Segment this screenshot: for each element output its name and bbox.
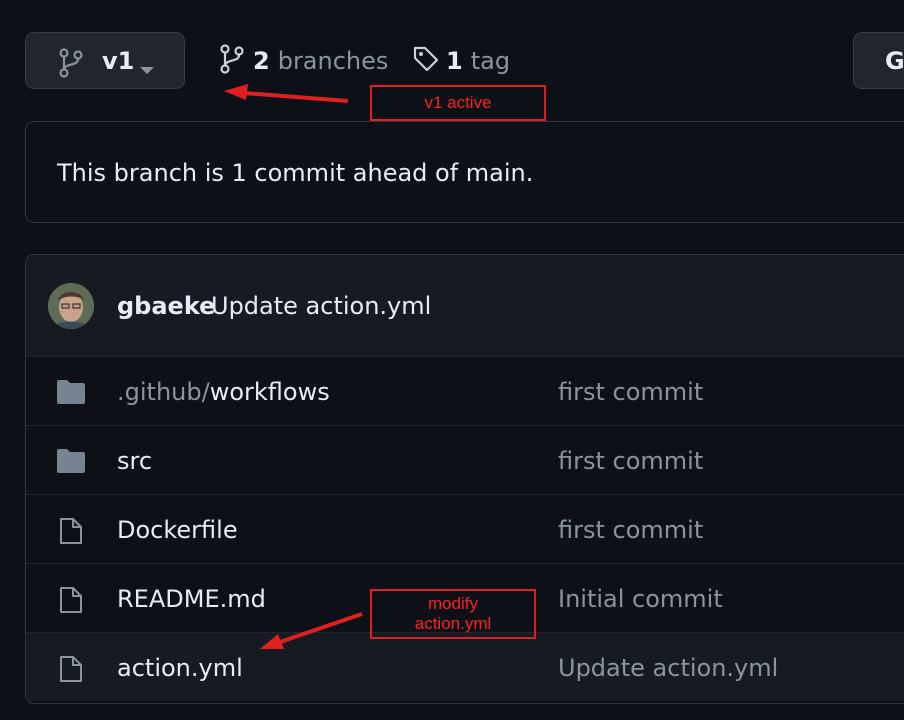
commit-author-link[interactable]: gbaeke [117, 292, 215, 320]
file-name-link[interactable]: Dockerfile [117, 516, 238, 544]
tags-link[interactable]: 1 tag [412, 44, 510, 78]
folder-icon [56, 379, 86, 409]
annotation-modify-line2: action.yml [414, 614, 492, 633]
git-branch-icon [58, 48, 84, 82]
annotation-modify-action: modify action.yml [370, 589, 536, 639]
file-icon [59, 655, 83, 687]
tag-icon [412, 44, 440, 78]
avatar[interactable] [48, 283, 94, 329]
file-icon [59, 517, 83, 549]
latest-commit-header: gbaeke Update action.yml [26, 255, 904, 357]
branches-link[interactable]: 2 branches [219, 44, 388, 78]
file-commit-message[interactable]: Initial commit [558, 585, 723, 613]
commit-message-link[interactable]: Update action.yml [211, 292, 431, 320]
branches-count: 2 [253, 47, 270, 75]
annotation-modify-line1: modify [427, 594, 479, 613]
repo-page: v1 2 branches 1 tag G This branch is 1 c… [0, 0, 904, 720]
branch-name: v1 [102, 47, 135, 75]
annotation-v1-active: v1 active [370, 85, 546, 121]
tags-count: 1 [446, 47, 463, 75]
file-commit-message[interactable]: first commit [558, 447, 703, 475]
git-branch-icon [219, 44, 245, 78]
tags-label: tag [470, 47, 511, 75]
file-name-link[interactable]: README.md [117, 585, 266, 613]
file-name-link[interactable]: .github/workflows [117, 378, 330, 406]
branches-label: branches [277, 47, 389, 75]
file-commit-message[interactable]: Update action.yml [558, 654, 778, 682]
branch-status-box: This branch is 1 commit ahead of main. [25, 121, 904, 223]
folder-icon [56, 448, 86, 478]
arrow-to-branches [224, 84, 349, 103]
file-row[interactable]: action.yml Update action.yml [26, 632, 904, 701]
go-to-file-label: G [885, 47, 904, 75]
file-commit-message[interactable]: first commit [558, 378, 703, 406]
file-commit-message[interactable]: first commit [558, 516, 703, 544]
branch-selector-button[interactable]: v1 [25, 32, 185, 89]
file-name-link[interactable]: src [117, 447, 152, 475]
file-row[interactable]: src first commit [26, 425, 904, 494]
ahead-of-main-text: This branch is 1 commit ahead of main. [57, 159, 534, 187]
file-name-link[interactable]: action.yml [117, 654, 243, 682]
file-row[interactable]: .github/workflows first commit [26, 356, 904, 425]
go-to-file-button[interactable]: G [853, 32, 904, 89]
chevron-down-icon [140, 60, 154, 79]
file-row[interactable]: Dockerfile first commit [26, 494, 904, 563]
file-icon [59, 586, 83, 618]
